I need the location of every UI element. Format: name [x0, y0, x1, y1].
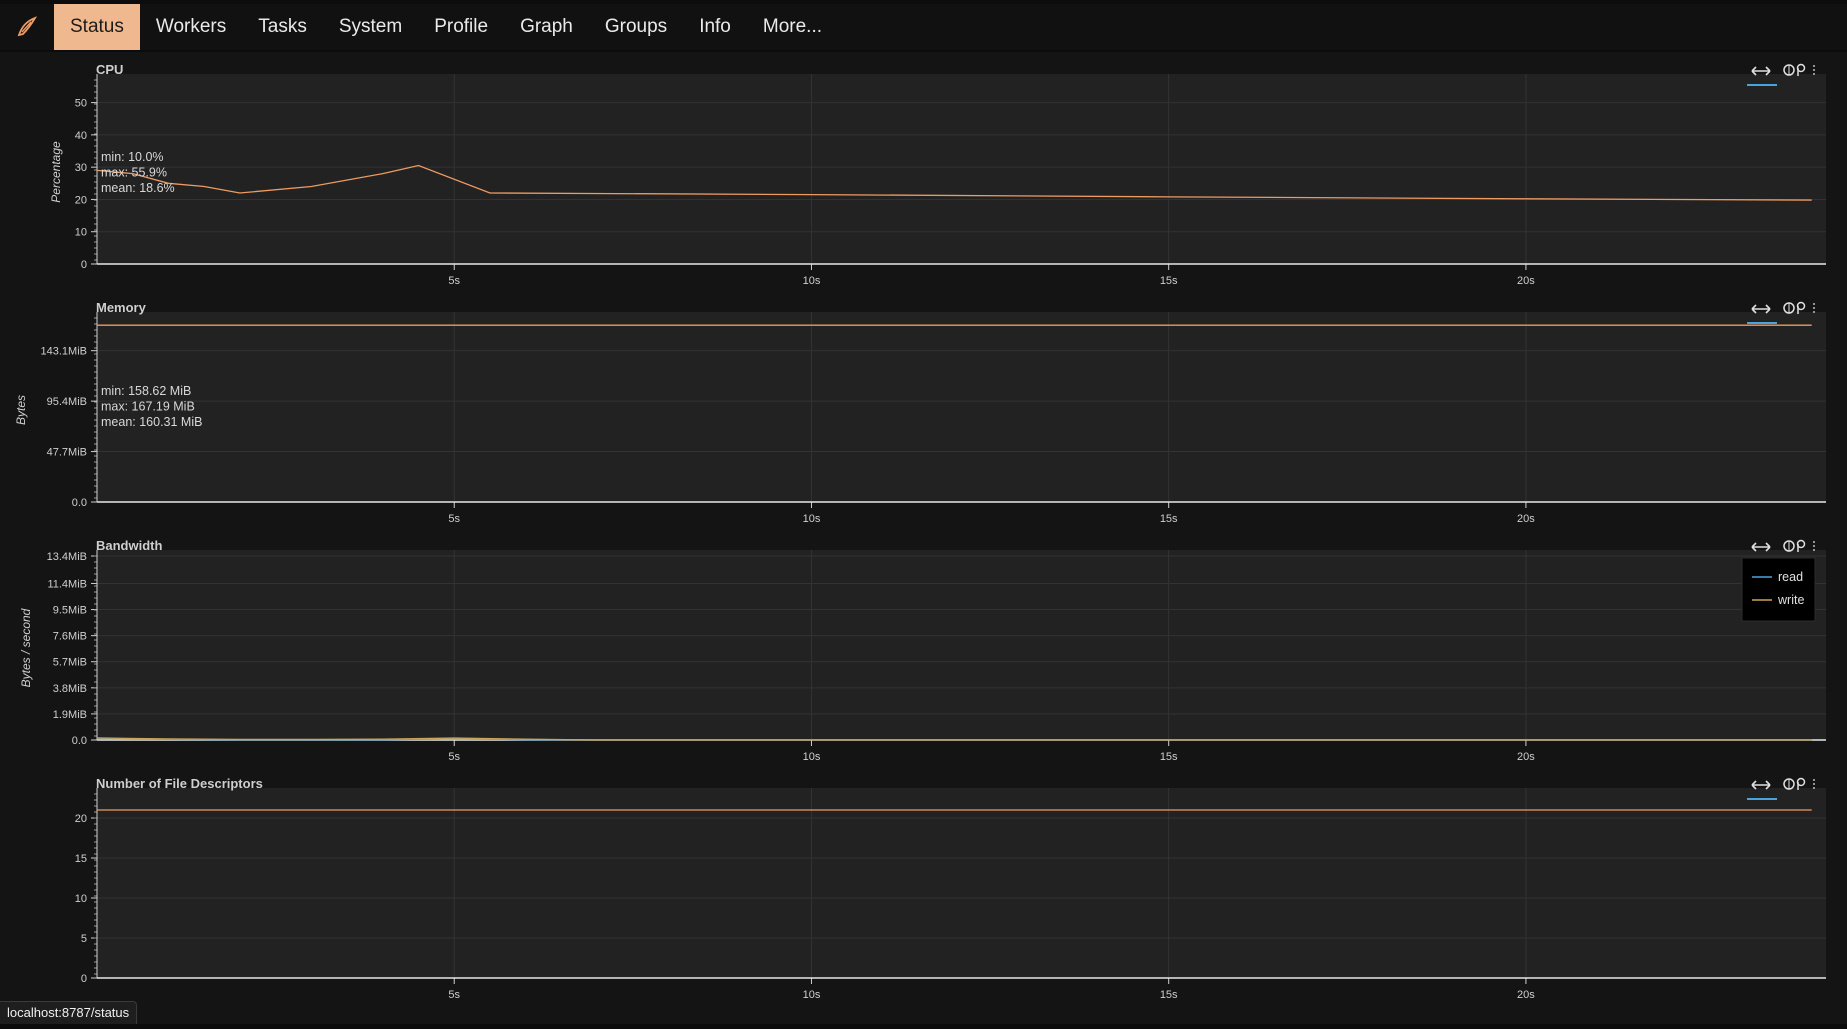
- x-tick-label: 10s: [803, 989, 821, 1001]
- y-tick-label: 95.4MiB: [47, 396, 87, 408]
- plot-background[interactable]: [97, 550, 1826, 740]
- dask-logo-icon[interactable]: [0, 4, 54, 50]
- y-tick-label: 13.4MiB: [47, 551, 87, 563]
- y-axis-label: Bytes / second: [19, 608, 33, 687]
- y-tick-label: 7.6MiB: [53, 631, 87, 643]
- x-tick-label: 15s: [1160, 751, 1178, 763]
- x-tick-label: 10s: [803, 275, 821, 287]
- chart-title: CPU: [96, 62, 123, 77]
- x-tick-label: 10s: [803, 751, 821, 763]
- y-tick-label: 20: [75, 813, 87, 825]
- x-tick-label: 20s: [1517, 751, 1535, 763]
- y-tick-label: 5.7MiB: [53, 657, 87, 669]
- y-tick-label: 11.4MiB: [47, 578, 87, 590]
- nav-tab-groups[interactable]: Groups: [589, 4, 683, 50]
- y-tick-label: 1.9MiB: [53, 709, 87, 721]
- x-tick-label: 5s: [448, 751, 460, 763]
- plot-background[interactable]: [97, 788, 1826, 978]
- y-axis-label: Percentage: [49, 141, 63, 203]
- y-tick-label: 50: [75, 98, 87, 110]
- x-tick-label: 15s: [1160, 275, 1178, 287]
- nav-tab-more[interactable]: More...: [747, 4, 838, 50]
- y-tick-label: 143.1MiB: [41, 346, 87, 358]
- nav-tab-workers[interactable]: Workers: [140, 4, 242, 50]
- chart-title: Bandwidth: [96, 538, 162, 553]
- nav-tab-status[interactable]: Status: [54, 4, 140, 50]
- x-tick-label: 20s: [1517, 275, 1535, 287]
- status-dashboard: CPU 50 40 30 20 10 0 5s 10s 15s 20s Percentage min: …: [0, 52, 1847, 1024]
- y-tick-label: 0.0: [72, 735, 87, 747]
- chart-panel-1: CPU 50 40 30 20 10 0 5s 10s 15s 20s Percentage min: …: [49, 62, 1826, 287]
- y-tick-label: 40: [75, 130, 87, 142]
- x-tick-label: 10s: [803, 513, 821, 525]
- stats-label: mean: 160.31 MiB: [101, 415, 202, 429]
- chart-panel-3: Bandwidth 13.4MiB 11.4MiB 9.5MiB 7.6MiB 5.7Mi…: [19, 538, 1826, 763]
- chart-legend: read write: [1741, 557, 1816, 622]
- x-tick-label: 5s: [448, 275, 460, 287]
- nav-tab-tasks[interactable]: Tasks: [242, 4, 323, 50]
- x-tick-label: 20s: [1517, 513, 1535, 525]
- x-tick-label: 20s: [1517, 989, 1535, 1001]
- y-tick-label: 30: [75, 162, 87, 174]
- top-navbar: Status Workers Tasks System Profile Graph Grou…: [0, 4, 1847, 50]
- status-url-tooltip: localhost:8787/status: [0, 1001, 138, 1024]
- nav-tab-info[interactable]: Info: [683, 4, 747, 50]
- y-tick-label: 0: [81, 259, 87, 271]
- nav-tab-system[interactable]: System: [323, 4, 418, 50]
- more-tools-icon[interactable]: [1813, 303, 1815, 313]
- legend-item-read[interactable]: read: [1778, 570, 1803, 584]
- stats-label: max: 167.19 MiB: [101, 400, 195, 414]
- y-tick-label: 10: [75, 893, 87, 905]
- plot-background[interactable]: [97, 312, 1826, 502]
- more-tools-icon[interactable]: [1813, 541, 1815, 551]
- chart-title: Number of File Descriptors: [96, 776, 263, 791]
- chart-panel-2: Memory 143.1MiB 95.4MiB 47.7MiB 0.0 5s 10s 15s 2…: [14, 300, 1826, 525]
- y-tick-label: 9.5MiB: [53, 605, 87, 617]
- x-tick-label: 5s: [448, 513, 460, 525]
- chart-title: Memory: [96, 300, 147, 315]
- more-tools-icon[interactable]: [1813, 65, 1815, 75]
- x-tick-label: 15s: [1160, 989, 1178, 1001]
- y-tick-label: 0: [81, 973, 87, 985]
- y-tick-label: 3.8MiB: [53, 683, 87, 695]
- y-tick-label: 5: [81, 933, 87, 945]
- stats-label: mean: 18.6%: [101, 181, 175, 195]
- chart-panel-4: Number of File Descriptors 20 15 10 5 0 5s 10s 1…: [75, 776, 1826, 1001]
- y-tick-label: 15: [75, 853, 87, 865]
- y-axis-label: Bytes: [14, 395, 28, 425]
- status-charts: CPU504030201005s 10s 15s 20sPercentage min: …: [14, 62, 1826, 1001]
- stats-label: min: 158.62 MiB: [101, 384, 191, 398]
- x-tick-label: 5s: [448, 989, 460, 1001]
- nav-tab-profile[interactable]: Profile: [418, 4, 504, 50]
- nav-tab-graph[interactable]: Graph: [504, 4, 589, 50]
- legend-item-write[interactable]: write: [1777, 593, 1804, 607]
- stats-label: max: 55.9%: [101, 166, 167, 180]
- y-tick-label: 10: [75, 227, 87, 239]
- legend-box: [1741, 557, 1816, 622]
- more-tools-icon[interactable]: [1813, 779, 1815, 789]
- y-tick-label: 47.7MiB: [47, 447, 87, 459]
- stats-label: min: 10.0%: [101, 150, 164, 164]
- x-tick-label: 15s: [1160, 513, 1178, 525]
- y-tick-label: 20: [75, 194, 87, 206]
- y-tick-label: 0.0: [72, 497, 87, 509]
